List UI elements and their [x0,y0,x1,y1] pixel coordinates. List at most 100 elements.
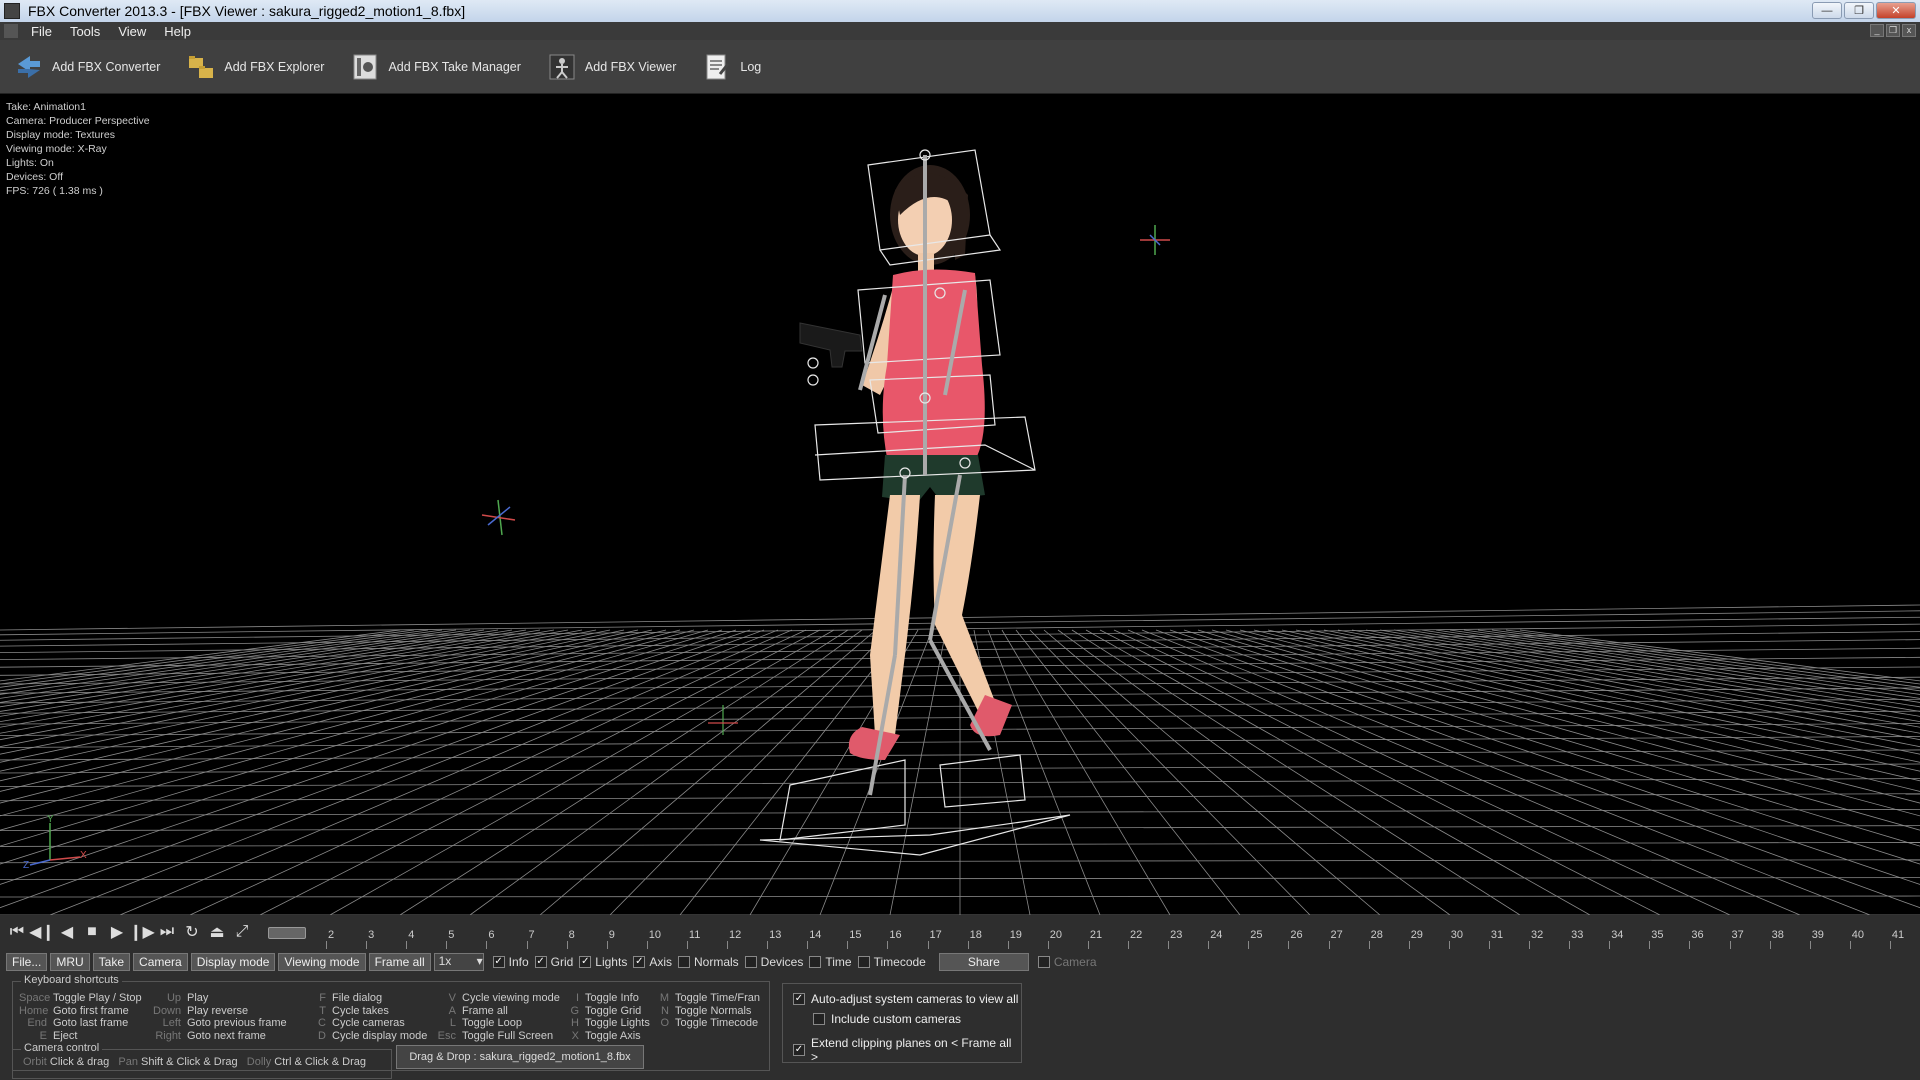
checkbox[interactable]: ✓ [492,956,505,968]
shortcut-row: Home Goto first frame [19,1005,142,1018]
frame-tick-label: 10 [648,929,662,941]
camera-checkbox[interactable]: Camera [1037,955,1097,969]
next-frame-icon[interactable]: ❙▶ [129,920,155,944]
shortcut-action: Play reverse [187,1004,249,1017]
frame-tick-label: 35 [1651,929,1664,941]
frame-tick-label: 18 [969,929,982,941]
add-fbx-take-manager-button[interactable]: Add FBX Take Manager [350,52,521,82]
last-frame-icon[interactable]: ⏭ [156,920,178,944]
checkbox[interactable]: ✓ [579,956,592,968]
drag-drop-area[interactable]: Drag & Drop : sakura_rigged2_motion1_8.f… [396,1045,644,1069]
shortcut-key: N [661,1004,669,1017]
shortcut-action: Play [187,992,209,1004]
include-custom-cameras-checkbox[interactable]: Include custom cameras [813,1012,961,1026]
checkbox-axis[interactable]: ✓ Axis [633,955,672,969]
mdi-icon[interactable] [4,24,18,38]
checkbox[interactable] [857,956,870,968]
checkbox[interactable]: ✓ [793,1044,805,1056]
shortcut-key: Right [155,1029,181,1042]
stop-icon[interactable]: ■ [81,920,103,944]
checkbox[interactable]: ✓ [793,993,805,1005]
speed-slider[interactable] [268,927,306,939]
frame-tick [1689,941,1691,949]
shortcut-key: Space [19,992,51,1004]
menu-help[interactable]: Help [155,24,200,39]
checkbox[interactable] [1037,956,1050,968]
info-camera: Camera: Producer Perspective [6,115,150,127]
frame-tick [1047,941,1049,949]
checkbox[interactable] [813,1013,825,1025]
toolbar-label: Add FBX Explorer [224,59,325,74]
loop-icon[interactable]: ↻ [181,920,203,944]
first-frame-icon[interactable]: ⏮ [6,920,28,944]
previous-frame-icon[interactable]: ◀❙ [29,920,55,944]
frame-tick [1248,941,1250,949]
checkbox-timecode[interactable]: Timecode [857,955,926,969]
shortcut-key: V [448,992,456,1004]
checkbox-label: Camera [1053,955,1097,969]
play-icon[interactable]: ▶ [106,920,128,944]
frame-all-icon[interactable]: ⤢ [231,920,253,944]
display-mode-button[interactable]: Display mode [190,953,276,971]
checkbox-info[interactable]: ✓ Info [492,955,529,969]
3d-viewport[interactable]: Y X Z Take: Animation1 Camera: Producer … [0,95,1920,915]
frame-tick-label: 20 [1049,929,1063,941]
mru-button[interactable]: MRU [50,953,90,971]
auto-adjust-checkbox[interactable]: ✓ Auto-adjust system cameras to view all [793,992,1018,1006]
add-fbx-viewer-button[interactable]: Add FBX Viewer [547,52,676,82]
shortcut-row: T Cycle takes [298,1005,427,1018]
checkbox-time[interactable]: Time [809,955,852,969]
frame-tick-label: 31 [1490,929,1504,941]
shortcut-action: Frame all [462,1004,508,1017]
checkbox-lights[interactable]: ✓ Lights [579,955,627,969]
minimize-button[interactable]: — [1812,2,1842,19]
eject-icon[interactable]: ⏏ [206,920,228,944]
shortcut-row: V Cycle viewing mode [428,992,560,1005]
checkbox-devices[interactable]: Devices [744,955,803,969]
mdi-minimize-button[interactable]: _ [1870,24,1884,37]
checkbox[interactable]: ✓ [633,956,646,968]
add-fbx-explorer-button[interactable]: Add FBX Explorer [186,52,324,82]
svg-text:Y: Y [47,814,54,825]
menu-bar: File Tools View Help _ ❐ x [0,22,1920,40]
speed-select[interactable]: 1x ▾ [433,953,484,971]
share-button[interactable]: Share [938,953,1029,971]
viewing-mode-button[interactable]: Viewing mode [278,953,366,971]
viewer-icon [547,52,577,82]
play-reverse-icon[interactable]: ◀ [56,920,78,944]
log-button[interactable]: Log [702,52,761,82]
frame-tick-label: 2 [328,929,335,941]
frame-all-button[interactable]: Frame all [368,953,431,971]
checkbox[interactable]: ✓ [534,956,547,968]
shortcut-row: End Goto last frame [19,1017,142,1030]
shortcut-action: Cycle viewing mode [462,992,560,1004]
checkbox-normals[interactable]: Normals [678,955,739,969]
mdi-restore-button[interactable]: ❐ [1886,24,1900,37]
shortcut-action: Cycle takes [332,1004,389,1017]
menu-tools[interactable]: Tools [61,24,109,39]
frame-tick [486,941,488,949]
maximize-button[interactable]: ❐ [1844,2,1874,19]
light-marker [708,705,738,735]
frame-tick [1368,941,1370,949]
checkbox[interactable] [809,956,822,968]
extend-clipping-checkbox[interactable]: ✓ Extend clipping planes on < Frame all > [793,1036,1021,1064]
frame-tick [526,941,528,949]
close-button[interactable]: ✕ [1876,2,1916,19]
menu-file[interactable]: File [22,24,61,39]
shortcut-row: D Cycle display mode [298,1030,427,1043]
menu-view[interactable]: View [109,24,155,39]
timeline-ruler[interactable]: 2 3 4 5 6 7 8 9 10 11 12 13 14 15 16 17 18 19 20 21 22 23 24 25… [318,915,1918,949]
mdi-close-button[interactable]: x [1902,24,1916,37]
explorer-icon [186,52,216,82]
checkbox[interactable] [678,956,690,968]
checkbox-grid[interactable]: ✓ Grid [534,955,573,969]
window-buttons: — ❐ ✕ [1812,2,1916,19]
camera-button[interactable]: Camera [133,953,188,971]
take-button[interactable]: Take [92,953,131,971]
add-fbx-converter-button[interactable]: Add FBX Converter [14,52,160,82]
shortcut-key: L [449,1017,456,1029]
file-button[interactable]: File... [6,953,48,971]
info-viewing-mode: Viewing mode: X-Ray [6,143,107,155]
checkbox[interactable] [744,956,757,968]
